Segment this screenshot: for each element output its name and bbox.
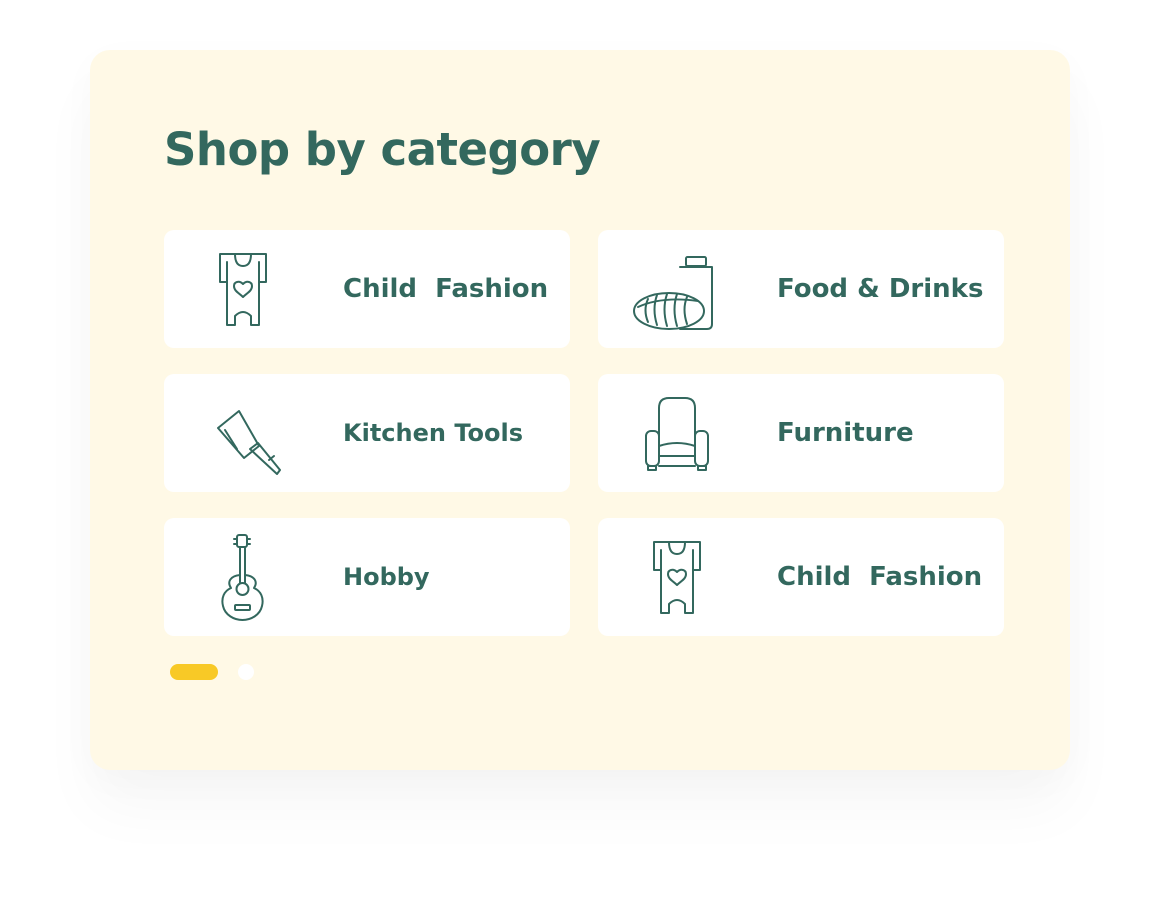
category-card-child-fashion[interactable]: Child Fashion — [598, 518, 1004, 636]
category-card-hobby[interactable]: Hobby — [164, 518, 570, 636]
cleaver-knife-icon — [198, 388, 288, 478]
section-title: Shop by category — [164, 123, 601, 176]
pagination-dot-active[interactable] — [170, 664, 218, 680]
category-grid: Child Fashion Food & Drinks Kitchen Tool… — [164, 230, 1004, 636]
category-label: Hobby — [343, 563, 430, 591]
category-card-kitchen-tools[interactable]: Kitchen Tools — [164, 374, 570, 492]
category-label: Child Fashion — [777, 562, 983, 592]
baby-romper-icon — [632, 532, 722, 622]
category-card-child-fashion[interactable]: Child Fashion — [164, 230, 570, 348]
guitar-icon — [198, 532, 288, 622]
carousel-pagination — [170, 664, 254, 680]
baby-romper-icon — [198, 244, 288, 334]
category-label: Food & Drinks — [777, 274, 984, 304]
category-card-furniture[interactable]: Furniture — [598, 374, 1004, 492]
armchair-icon — [632, 388, 722, 478]
bread-and-milk-icon — [632, 244, 722, 334]
category-label: Furniture — [777, 418, 914, 448]
shop-by-category-panel: Shop by category Child Fashion Food & Dr… — [90, 50, 1070, 770]
category-label: Kitchen Tools — [343, 419, 523, 447]
category-label: Child Fashion — [343, 274, 549, 304]
category-card-food-drinks[interactable]: Food & Drinks — [598, 230, 1004, 348]
pagination-dot[interactable] — [238, 664, 254, 680]
